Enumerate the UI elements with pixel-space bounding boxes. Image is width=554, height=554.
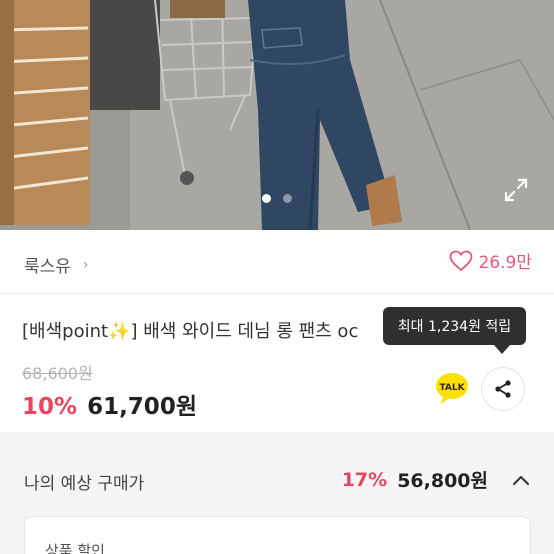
tooltip-arrow bbox=[494, 345, 510, 354]
expected-price-label: 나의 예상 구매가 bbox=[24, 474, 145, 494]
store-link[interactable]: 룩스유 › bbox=[24, 252, 89, 278]
store-name: 룩스유 bbox=[24, 257, 71, 277]
expand-icon[interactable] bbox=[500, 174, 532, 206]
expected-price-toggle[interactable]: 17% 56,800원 bbox=[342, 466, 530, 493]
product-discount-label: 상품 할인 bbox=[45, 542, 105, 554]
like-count: 26.9만 bbox=[478, 253, 533, 273]
talk-label: TALK bbox=[439, 383, 465, 393]
sale-price: 61,700원 bbox=[87, 394, 197, 420]
title-suffix: ] 배색 와이드 데님 롱 팬츠 oc bbox=[130, 321, 359, 342]
carousel-dot-active[interactable] bbox=[262, 194, 271, 203]
sparkle-icon: ✨ bbox=[108, 321, 131, 342]
product-title: [배색point✨] 배색 와이드 데님 롱 팬츠 oc bbox=[22, 317, 358, 343]
discount-card: 상품 할인 bbox=[24, 516, 531, 554]
share-icon bbox=[495, 380, 511, 398]
heart-icon bbox=[449, 250, 472, 271]
product-image[interactable] bbox=[0, 0, 554, 230]
chevron-right-icon: › bbox=[82, 256, 89, 273]
carousel-indicator bbox=[0, 194, 554, 203]
kakao-talk-icon: TALK bbox=[436, 373, 468, 404]
discount-rate: 10% bbox=[22, 394, 78, 420]
title-prefix: [배색point bbox=[22, 321, 109, 342]
store-row: 룩스유 › 26.9만 bbox=[0, 230, 554, 294]
share-button[interactable] bbox=[481, 367, 525, 411]
like-button[interactable]: 26.9만 bbox=[449, 248, 533, 273]
expected-discount-rate: 17% bbox=[341, 468, 388, 491]
price-row: 10% 61,700원 bbox=[22, 387, 197, 421]
kakao-talk-button[interactable]: TALK bbox=[432, 370, 472, 406]
original-price: 68,600원 bbox=[22, 364, 93, 383]
chevron-up-icon bbox=[513, 475, 529, 485]
carousel-dot[interactable] bbox=[283, 194, 292, 203]
reward-tooltip: 최대 1,234원 적립 bbox=[383, 307, 526, 345]
expected-price: 56,800원 bbox=[397, 470, 488, 492]
